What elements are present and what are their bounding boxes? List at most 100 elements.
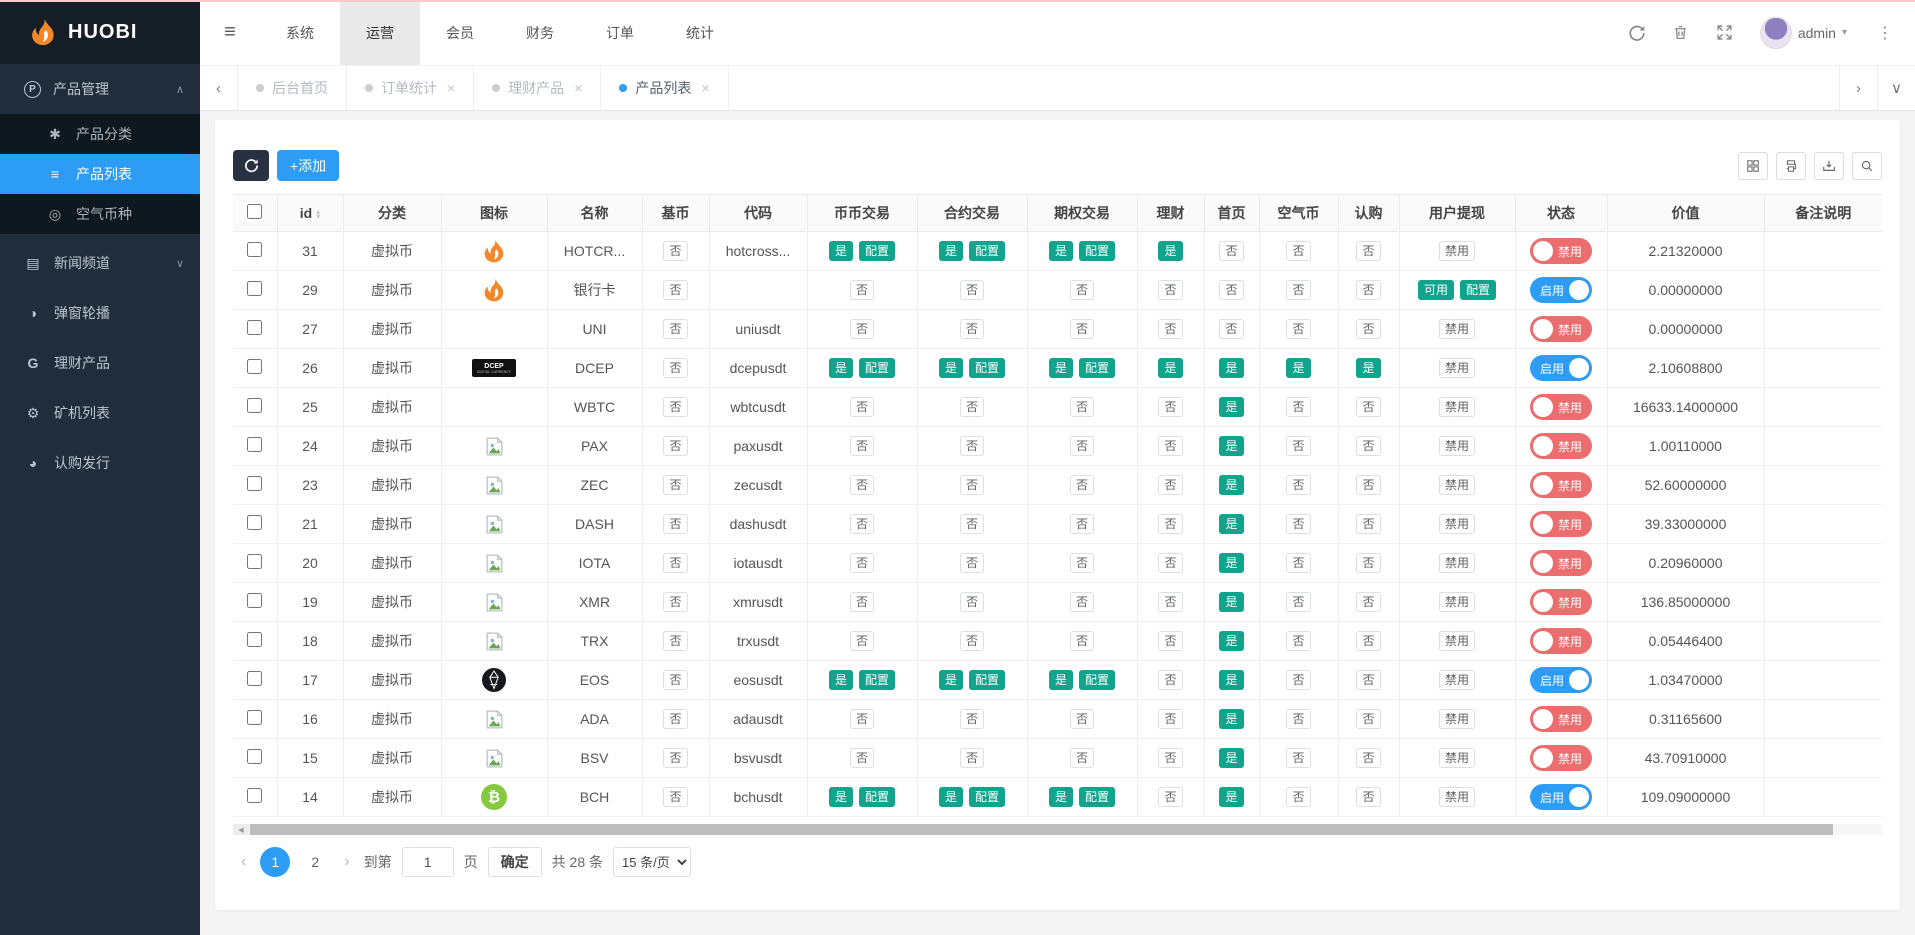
no-badge[interactable]: 否 [1069,553,1094,573]
yes-badge[interactable]: 是 [938,358,963,378]
no-badge[interactable]: 否 [663,670,688,690]
nav-item-finance[interactable]: 财务 [500,0,580,65]
status-toggle[interactable]: 启用 [1530,355,1592,381]
print-icon[interactable] [1776,151,1806,180]
withdraw-forbidden-badge[interactable]: 禁用 [1438,319,1475,339]
no-badge[interactable]: 否 [1356,397,1381,417]
scroll-left-arrow-icon[interactable]: ◀ [233,824,249,835]
status-toggle[interactable]: 禁用 [1530,745,1592,771]
withdraw-forbidden-badge[interactable]: 禁用 [1438,514,1475,534]
yes-badge[interactable]: 是 [938,670,963,690]
no-badge[interactable]: 否 [1356,787,1381,807]
no-badge[interactable]: 否 [1158,475,1183,495]
confirm-button[interactable]: 确定 [487,847,542,877]
no-badge[interactable]: 否 [1356,748,1381,768]
nav-item-system[interactable]: 系统 [260,0,340,65]
row-checkbox[interactable] [247,320,263,335]
config-button[interactable]: 配置 [1079,358,1116,378]
tab-dashboard[interactable]: 后台首页 [238,66,347,110]
no-badge[interactable]: 否 [663,631,688,651]
no-badge[interactable]: 否 [849,514,874,534]
yes-badge[interactable]: 是 [1219,475,1244,495]
withdraw-forbidden-badge[interactable]: 禁用 [1438,670,1475,690]
sidebar-item-product-list[interactable]: ≡ 产品列表 [0,154,200,194]
no-badge[interactable]: 否 [1286,787,1311,807]
no-badge[interactable]: 否 [1356,592,1381,612]
yes-badge[interactable]: 是 [1048,241,1073,261]
no-badge[interactable]: 否 [1356,319,1381,339]
withdraw-forbidden-badge[interactable]: 禁用 [1438,592,1475,612]
withdraw-forbidden-badge[interactable]: 禁用 [1438,436,1475,456]
yes-badge[interactable]: 是 [1048,787,1073,807]
no-badge[interactable]: 否 [1356,709,1381,729]
no-badge[interactable]: 否 [1286,475,1311,495]
status-toggle[interactable]: 启用 [1530,784,1592,810]
yes-badge[interactable]: 是 [1219,631,1244,651]
export-icon[interactable] [1814,151,1844,180]
no-badge[interactable]: 否 [1158,280,1183,300]
no-badge[interactable]: 否 [959,280,984,300]
sidebar-item-news-channel[interactable]: ▤ 新闻频道 ∨ [0,238,200,288]
yes-badge[interactable]: 是 [1219,670,1244,690]
no-badge[interactable]: 否 [1158,436,1183,456]
no-badge[interactable]: 否 [663,514,688,534]
config-button[interactable]: 配置 [1079,787,1116,807]
yes-badge[interactable]: 是 [1158,358,1183,378]
yes-badge[interactable]: 是 [1219,787,1244,807]
no-badge[interactable]: 否 [1286,748,1311,768]
status-toggle[interactable]: 禁用 [1530,472,1592,498]
row-checkbox[interactable] [247,788,263,803]
no-badge[interactable]: 否 [1356,241,1381,261]
yes-badge[interactable]: 是 [1219,553,1244,573]
no-badge[interactable]: 否 [663,475,688,495]
yes-badge[interactable]: 是 [1048,358,1073,378]
config-button[interactable]: 配置 [859,358,896,378]
trash-icon[interactable] [1672,24,1690,42]
no-badge[interactable]: 否 [959,748,984,768]
no-badge[interactable]: 否 [1356,631,1381,651]
no-badge[interactable]: 否 [849,436,874,456]
row-checkbox[interactable] [247,281,263,296]
no-badge[interactable]: 否 [1069,280,1094,300]
no-badge[interactable]: 否 [1286,280,1311,300]
no-badge[interactable]: 否 [1286,670,1311,690]
sidebar-item-miner-list[interactable]: ⚙ 矿机列表 [0,388,200,438]
no-badge[interactable]: 否 [1158,514,1183,534]
status-toggle[interactable]: 禁用 [1530,706,1592,732]
tabs-scroll-right-icon[interactable]: › [1839,66,1877,110]
no-badge[interactable]: 否 [1286,553,1311,573]
close-icon[interactable]: × [447,80,455,96]
select-all-checkbox[interactable] [247,204,263,219]
no-badge[interactable]: 否 [1356,670,1381,690]
status-toggle[interactable]: 禁用 [1530,433,1592,459]
no-badge[interactable]: 否 [1286,241,1311,261]
no-badge[interactable]: 否 [1286,709,1311,729]
yes-badge[interactable]: 是 [828,241,853,261]
sort-icon[interactable]: ▴ ▾ [316,208,320,221]
config-button[interactable]: 配置 [1079,670,1116,690]
no-badge[interactable]: 否 [1286,319,1311,339]
close-icon[interactable]: × [701,80,709,96]
nav-item-operation[interactable]: 运营 [340,0,420,65]
no-badge[interactable]: 否 [663,319,688,339]
row-checkbox[interactable] [247,671,263,686]
sidebar-toggle-icon[interactable]: ≡ [200,21,260,44]
no-badge[interactable]: 否 [1069,475,1094,495]
no-badge[interactable]: 否 [1219,319,1244,339]
no-badge[interactable]: 否 [849,475,874,495]
yes-badge[interactable]: 是 [828,358,853,378]
status-toggle[interactable]: 禁用 [1530,316,1592,342]
no-badge[interactable]: 否 [1069,748,1094,768]
withdraw-forbidden-badge[interactable]: 禁用 [1438,787,1475,807]
yes-badge[interactable]: 是 [1219,358,1244,378]
next-page-icon[interactable]: › [340,853,353,871]
no-badge[interactable]: 否 [1356,553,1381,573]
prev-page-icon[interactable]: ‹ [237,853,250,871]
no-badge[interactable]: 否 [1158,787,1183,807]
sidebar-item-air-coin[interactable]: ◎ 空气币种 [0,194,200,234]
config-button[interactable]: 配置 [969,670,1006,690]
yes-badge[interactable]: 是 [828,787,853,807]
no-badge[interactable]: 否 [1158,631,1183,651]
sidebar-item-product-category[interactable]: ✱ 产品分类 [0,114,200,154]
row-checkbox[interactable] [247,749,263,764]
